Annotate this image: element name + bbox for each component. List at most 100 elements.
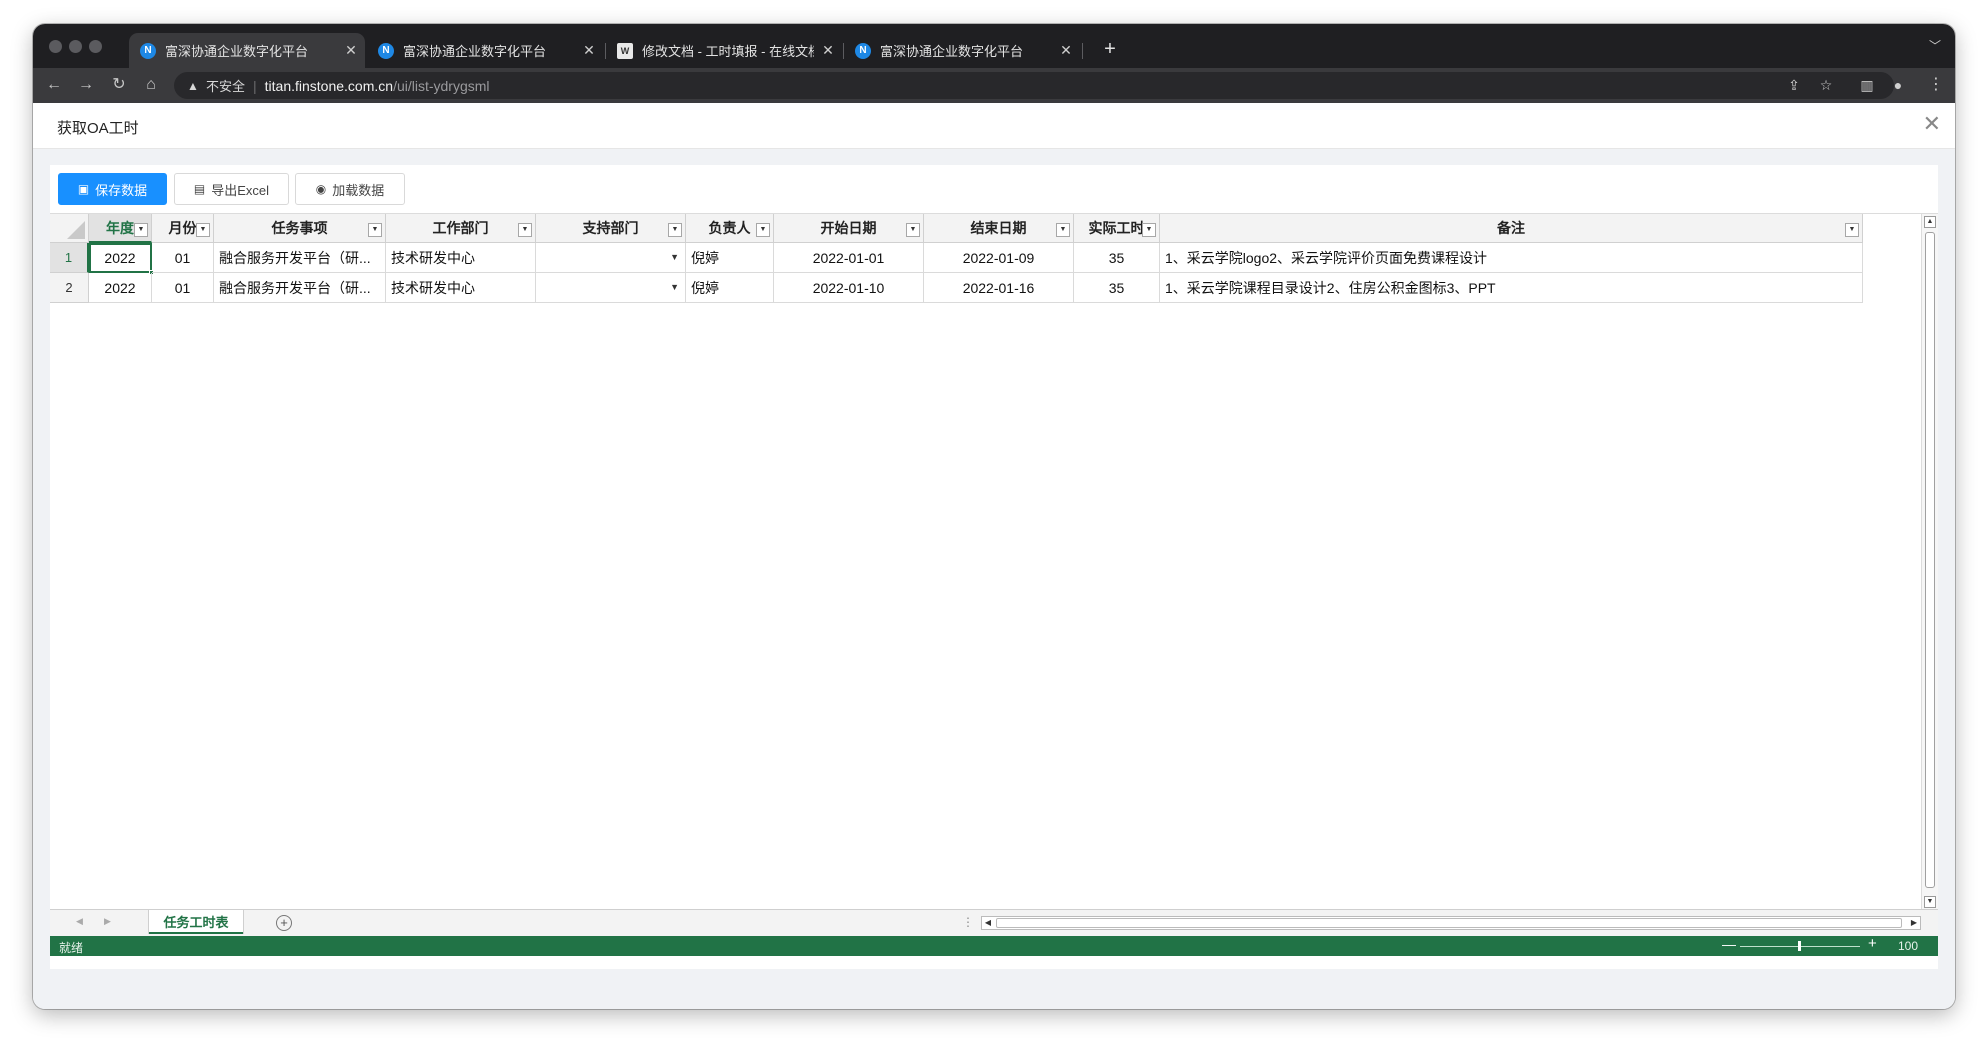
column-header-month[interactable]: 月份 ▼ xyxy=(152,214,214,243)
security-label[interactable]: 不安全 xyxy=(206,76,245,95)
row-header[interactable]: 1 xyxy=(50,243,89,273)
tab-search-chevron-icon[interactable]: ﹀ xyxy=(1929,37,1941,54)
column-header-work-dept[interactable]: 工作部门 ▼ xyxy=(386,214,536,243)
sheet-nav-prev-icon[interactable]: ◀ xyxy=(76,916,83,927)
cell-end-date[interactable]: 2022-01-16 xyxy=(924,273,1074,303)
filter-dropdown-icon[interactable]: ▼ xyxy=(196,223,210,237)
window-minimize-light[interactable] xyxy=(69,40,82,53)
cell-month[interactable]: 01 xyxy=(152,273,214,303)
column-header-task[interactable]: 任务事项 ▼ xyxy=(214,214,386,243)
select-all-corner[interactable] xyxy=(50,214,89,243)
filter-dropdown-icon[interactable]: ▼ xyxy=(756,223,770,237)
cell-support-dept[interactable]: ▼ xyxy=(536,273,686,303)
column-header-label: 支持部门 xyxy=(582,220,639,236)
dropdown-arrow-icon[interactable]: ▼ xyxy=(670,252,679,262)
spreadsheet-grid[interactable]: 年度 ▼ 月份 ▼ 任务事项 ▼ 工作部门 ▼ 支持部门 ▼ 负责人 ▼ 开始日… xyxy=(50,213,1938,910)
horizontal-scroll-thumb[interactable] xyxy=(996,918,1902,928)
tab-split-handle-icon[interactable]: ⋮ xyxy=(962,915,974,929)
cell-year[interactable]: 2022 xyxy=(89,243,152,273)
address-bar[interactable]: ▲ 不安全 | titan.finstone.com.cn /ui/list-y… xyxy=(174,72,1894,99)
tab-close-icon[interactable]: ✕ xyxy=(337,42,365,59)
browser-tab-1[interactable]: N 富深协通企业数字化平台 ✕ xyxy=(129,33,365,68)
column-header-owner[interactable]: 负责人 ▼ xyxy=(686,214,774,243)
column-header-start-date[interactable]: 开始日期 ▼ xyxy=(774,214,924,243)
cell-work-dept[interactable]: 技术研发中心 xyxy=(386,273,536,303)
cell-month[interactable]: 01 xyxy=(152,243,214,273)
page-content: 获取OA工时 ✕ ▣ 保存数据 ▤ 导出Excel ◉ 加载数据 年度 ▼ 月份… xyxy=(33,103,1955,1009)
column-header-actual-hours[interactable]: 实际工时 ▼ xyxy=(1074,214,1160,243)
browser-toolbar: ← → ↻ ⌂ ▲ 不安全 | titan.finstone.com.cn /u… xyxy=(33,68,1955,103)
cell-end-date[interactable]: 2022-01-09 xyxy=(924,243,1074,273)
scroll-up-arrow-icon[interactable]: ▲ xyxy=(1924,216,1936,228)
cell-support-dept[interactable]: ▼ xyxy=(536,243,686,273)
vertical-scroll-thumb[interactable] xyxy=(1925,232,1935,888)
browser-menu-icon[interactable]: ⋮ xyxy=(1927,73,1945,97)
filter-dropdown-icon[interactable]: ▼ xyxy=(1142,223,1156,237)
filter-dropdown-icon[interactable]: ▼ xyxy=(368,223,382,237)
horizontal-scrollbar[interactable]: ◀ ▶ xyxy=(981,916,1921,930)
database-icon: ◉ xyxy=(315,182,327,196)
cell-owner[interactable]: 倪婷 xyxy=(686,243,774,273)
new-tab-plus-icon[interactable]: + xyxy=(1097,37,1123,63)
filter-dropdown-icon[interactable]: ▼ xyxy=(668,223,682,237)
side-panel-icon[interactable]: ▥ xyxy=(1855,73,1879,97)
tab-close-icon[interactable]: ✕ xyxy=(575,42,603,59)
filter-dropdown-icon[interactable]: ▼ xyxy=(1845,223,1859,237)
cell-work-dept[interactable]: 技术研发中心 xyxy=(386,243,536,273)
reload-icon[interactable]: ↻ xyxy=(107,73,131,97)
zoom-level: 100 xyxy=(1898,939,1919,953)
save-data-button[interactable]: ▣ 保存数据 xyxy=(58,173,167,205)
column-header-year[interactable]: 年度 ▼ xyxy=(89,214,152,243)
column-header-label: 实际工时 xyxy=(1088,220,1145,236)
column-header-remark[interactable]: 备注 ▼ xyxy=(1160,214,1863,243)
bookmark-star-icon[interactable]: ☆ xyxy=(1814,73,1838,97)
vertical-scrollbar[interactable]: ▲ ▼ xyxy=(1921,214,1938,910)
share-icon[interactable]: ⇪ xyxy=(1782,73,1806,97)
back-arrow-icon[interactable]: ← xyxy=(42,73,66,97)
tab-title: 富深协通企业数字化平台 xyxy=(403,44,547,59)
cell-start-date[interactable]: 2022-01-10 xyxy=(774,273,924,303)
filter-dropdown-icon[interactable]: ▼ xyxy=(518,223,532,237)
window-close-light[interactable] xyxy=(49,40,62,53)
platform-favicon-icon: N xyxy=(140,42,156,59)
tab-close-icon[interactable]: ✕ xyxy=(1052,42,1080,59)
column-header-label: 任务事项 xyxy=(271,220,328,236)
filter-dropdown-icon[interactable]: ▼ xyxy=(134,223,148,237)
cell-owner[interactable]: 倪婷 xyxy=(686,273,774,303)
add-sheet-plus-icon[interactable]: + xyxy=(276,915,292,931)
scroll-right-arrow-icon[interactable]: ▶ xyxy=(1908,917,1920,929)
filter-dropdown-icon[interactable]: ▼ xyxy=(906,223,920,237)
cell-task[interactable]: 融合服务开发平台（研... xyxy=(214,243,386,273)
dropdown-arrow-icon[interactable]: ▼ xyxy=(670,282,679,292)
browser-tab-3[interactable]: W 修改文档 - 工时填报 - 在线文档编辑 ✕ xyxy=(606,33,842,68)
zoom-in-icon[interactable]: + xyxy=(1868,935,1877,952)
cell-remark[interactable]: 1、采云学院logo2、采云学院评价页面免费课程设计 xyxy=(1160,243,1863,273)
warning-triangle-icon[interactable]: ▲ xyxy=(184,79,202,93)
export-excel-button[interactable]: ▤ 导出Excel xyxy=(174,173,289,205)
cell-task[interactable]: 融合服务开发平台（研... xyxy=(214,273,386,303)
scroll-left-arrow-icon[interactable]: ◀ xyxy=(982,917,994,929)
forward-arrow-icon[interactable]: → xyxy=(74,73,98,97)
cell-start-date[interactable]: 2022-01-01 xyxy=(774,243,924,273)
scroll-down-arrow-icon[interactable]: ▼ xyxy=(1924,896,1936,908)
tab-close-icon[interactable]: ✕ xyxy=(814,42,842,59)
zoom-slider-knob[interactable] xyxy=(1798,941,1801,951)
browser-tab-2[interactable]: N 富深协通企业数字化平台 ✕ xyxy=(367,33,603,68)
column-header-support-dept[interactable]: 支持部门 ▼ xyxy=(536,214,686,243)
filter-dropdown-icon[interactable]: ▼ xyxy=(1056,223,1070,237)
sheet-nav-next-icon[interactable]: ▶ xyxy=(104,916,111,927)
row-header[interactable]: 2 xyxy=(50,273,89,303)
cell-actual-hours[interactable]: 35 xyxy=(1074,243,1160,273)
dialog-close-icon[interactable]: ✕ xyxy=(1923,113,1941,135)
home-icon[interactable]: ⌂ xyxy=(139,73,163,97)
profile-icon[interactable]: ● xyxy=(1886,73,1910,97)
column-header-end-date[interactable]: 结束日期 ▼ xyxy=(924,214,1074,243)
window-zoom-light[interactable] xyxy=(89,40,102,53)
zoom-out-icon[interactable]: — xyxy=(1722,936,1736,952)
browser-tab-4[interactable]: N 富深协通企业数字化平台 ✕ xyxy=(844,33,1080,68)
cell-remark[interactable]: 1、采云学院课程目录设计2、住房公积金图标3、PPT xyxy=(1160,273,1863,303)
cell-year[interactable]: 2022 xyxy=(89,273,152,303)
load-data-button[interactable]: ◉ 加载数据 xyxy=(295,173,405,205)
cell-actual-hours[interactable]: 35 xyxy=(1074,273,1160,303)
sheet-tab-task-hours[interactable]: 任务工时表 xyxy=(149,910,243,934)
